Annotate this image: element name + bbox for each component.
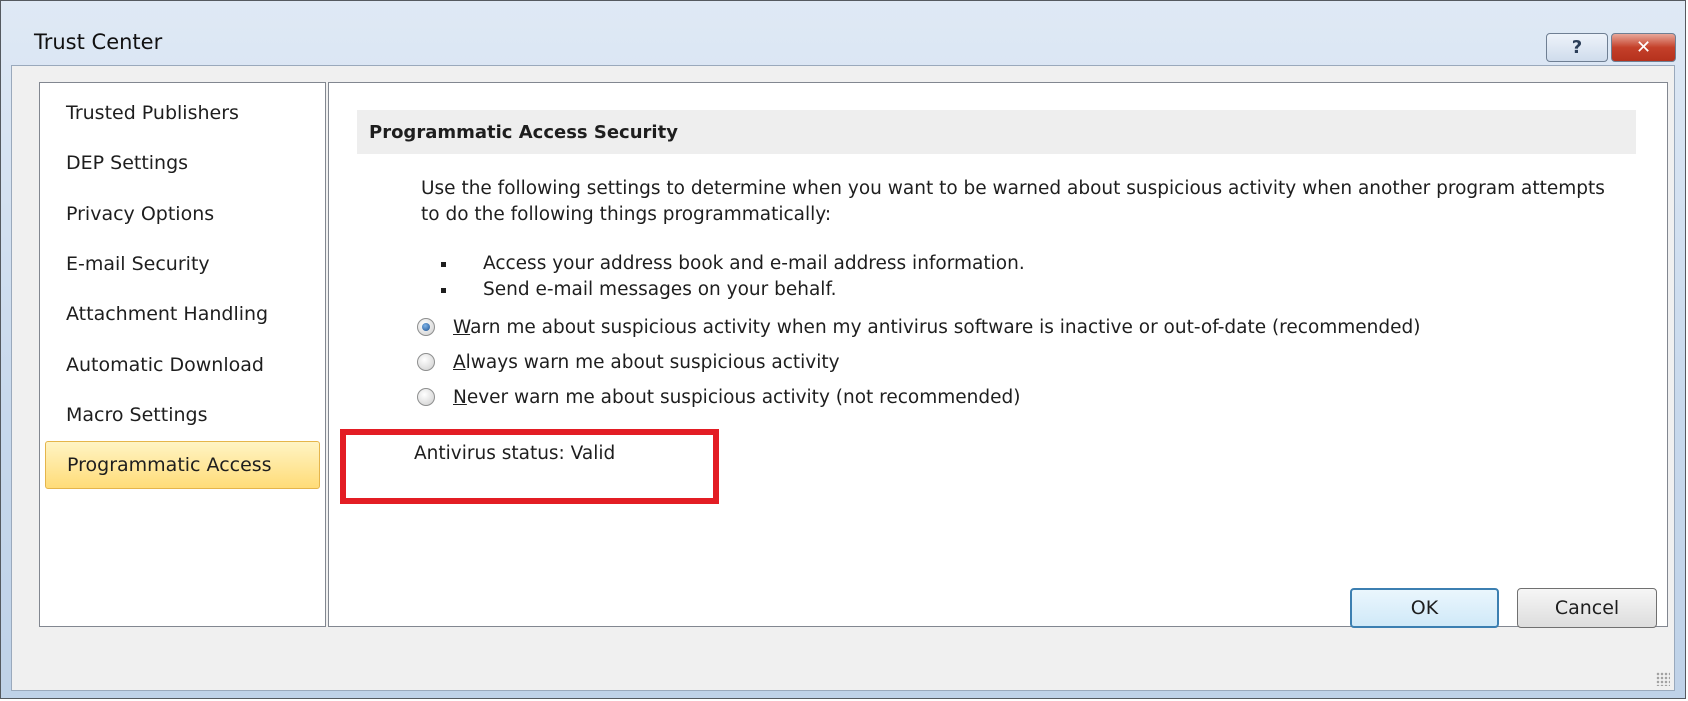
section-title: Programmatic Access Security [357, 110, 1636, 154]
sidebar-item-label: Privacy Options [66, 203, 215, 225]
window-title: Trust Center [34, 30, 163, 54]
sidebar-item-label: E-mail Security [66, 253, 210, 275]
sidebar-item-macro-settings[interactable]: Macro Settings [45, 391, 320, 439]
sidebar-item-label: Macro Settings [66, 404, 208, 426]
close-button[interactable]: ✕ [1611, 33, 1676, 62]
sidebar-item-label: Attachment Handling [66, 303, 269, 325]
title-bar[interactable]: Trust Center ? ✕ [1, 1, 1685, 65]
help-button[interactable]: ? [1546, 33, 1608, 62]
radio-warn-when-inactive[interactable]: Warn me about suspicious activity when m… [417, 312, 1421, 342]
sidebar-item-automatic-download[interactable]: Automatic Download [45, 341, 320, 389]
bullet-icon [441, 288, 446, 293]
sidebar-item-programmatic-access[interactable]: Programmatic Access [45, 441, 320, 489]
sidebar-item-label: Programmatic Access [67, 454, 272, 476]
trust-center-window: Trust Center ? ✕ Trusted Publishers DEP … [0, 0, 1686, 699]
radio-label: Never warn me about suspicious activity … [453, 386, 1021, 408]
sidebar-item-email-security[interactable]: E-mail Security [45, 240, 320, 288]
sidebar-item-label: Trusted Publishers [66, 102, 239, 124]
bullet-text: Access your address book and e-mail addr… [483, 253, 1025, 274]
sidebar-item-trusted-publishers[interactable]: Trusted Publishers [45, 89, 320, 137]
bullet-list: Access your address book and e-mail addr… [441, 251, 1025, 303]
sidebar-item-privacy-options[interactable]: Privacy Options [45, 190, 320, 238]
highlight-box [340, 429, 719, 504]
close-icon: ✕ [1635, 37, 1652, 58]
resize-grip-icon[interactable] [1656, 672, 1670, 686]
radio-never-warn[interactable]: Never warn me about suspicious activity … [417, 382, 1020, 412]
dialog-body: Trusted Publishers DEP Settings Privacy … [11, 65, 1675, 691]
list-item: Access your address book and e-mail addr… [441, 251, 1025, 277]
radio-label: Always warn me about suspicious activity [453, 351, 840, 373]
list-item: Send e-mail messages on your behalf. [441, 277, 1025, 303]
radio-always-warn[interactable]: Always warn me about suspicious activity [417, 347, 840, 377]
radio-label: Warn me about suspicious activity when m… [453, 316, 1421, 338]
help-icon: ? [1571, 37, 1583, 58]
sidebar: Trusted Publishers DEP Settings Privacy … [39, 82, 326, 627]
settings-panel: Programmatic Access Security Use the fol… [328, 82, 1668, 627]
cancel-button[interactable]: Cancel [1517, 588, 1657, 628]
radio-button-checked[interactable] [417, 318, 435, 336]
radio-button[interactable] [417, 388, 435, 406]
sidebar-item-label: Automatic Download [66, 354, 264, 376]
antivirus-status: Antivirus status: Valid [414, 443, 616, 464]
bullet-icon [441, 262, 446, 267]
sidebar-item-attachment-handling[interactable]: Attachment Handling [45, 290, 320, 338]
ok-button[interactable]: OK [1350, 588, 1499, 628]
sidebar-item-dep-settings[interactable]: DEP Settings [45, 139, 320, 187]
bullet-text: Send e-mail messages on your behalf. [483, 279, 837, 300]
description-text: Use the following settings to determine … [421, 178, 1605, 225]
sidebar-item-label: DEP Settings [66, 152, 189, 174]
radio-button[interactable] [417, 353, 435, 371]
